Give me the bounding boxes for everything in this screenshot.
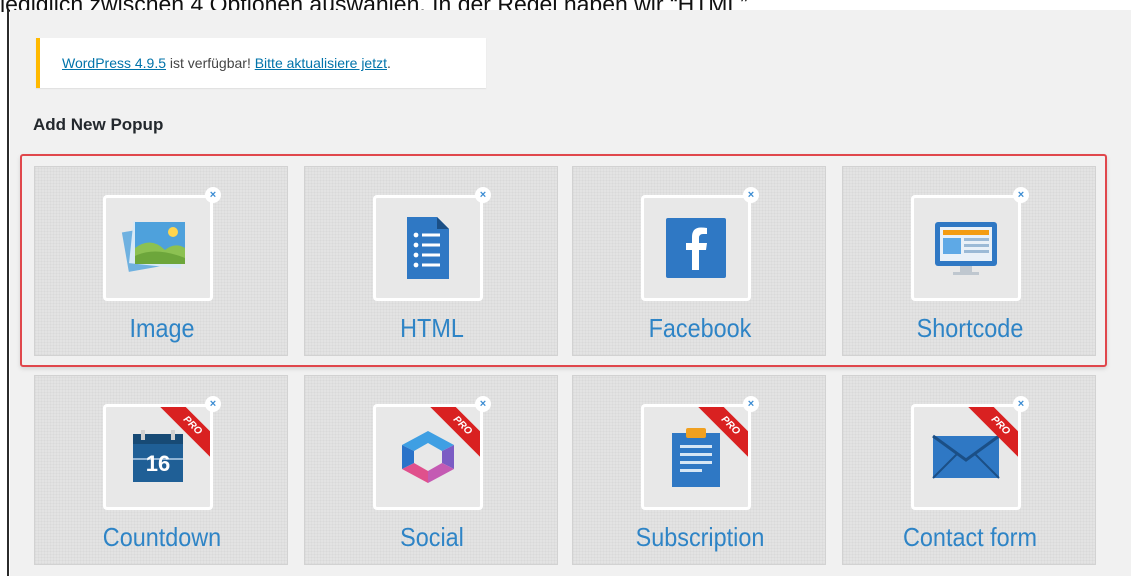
calendar-icon: 16: [133, 430, 183, 482]
popup-type-label: Image: [129, 313, 195, 343]
popup-type-label: Shortcode: [916, 313, 1024, 343]
popup-type-label: Contact form: [903, 522, 1037, 552]
close-icon[interactable]: ×: [475, 187, 491, 203]
close-icon[interactable]: ×: [475, 396, 491, 412]
calendar-day-number: 16: [146, 451, 170, 476]
clipboard-icon: [672, 428, 720, 487]
popup-type-facebook[interactable]: × Facebook: [572, 166, 826, 356]
notice-end: .: [387, 55, 391, 71]
icon-frame: PRO: [911, 404, 1021, 510]
image-icon: [121, 221, 186, 272]
popup-type-label: Subscription: [635, 522, 765, 552]
close-icon[interactable]: ×: [1013, 187, 1029, 203]
popup-type-social[interactable]: PRO × Social: [304, 375, 558, 565]
popup-type-image[interactable]: × Image: [34, 166, 288, 356]
update-now-link[interactable]: Bitte aktualisiere jetzt: [255, 55, 387, 71]
popup-type-html[interactable]: × HTML: [304, 166, 558, 356]
wordpress-version-link[interactable]: WordPress 4.9.5: [62, 55, 166, 71]
close-icon[interactable]: ×: [205, 396, 221, 412]
facebook-icon: [666, 218, 726, 278]
close-icon[interactable]: ×: [205, 187, 221, 203]
document-icon: [407, 217, 449, 279]
icon-frame: [641, 195, 751, 301]
icon-frame: PRO: [373, 404, 483, 510]
icon-frame: PRO: [641, 404, 751, 510]
share-icon: [402, 431, 454, 483]
icon-frame: 16 PRO: [103, 404, 213, 510]
popup-type-label: Countdown: [102, 522, 222, 552]
notice-text: ist verfügbar!: [166, 55, 255, 71]
page-title: Add New Popup: [33, 115, 164, 134]
icon-frame: [373, 195, 483, 301]
close-icon[interactable]: ×: [743, 187, 759, 203]
popup-type-label: Facebook: [648, 313, 752, 343]
close-icon[interactable]: ×: [1013, 396, 1029, 412]
icon-frame: [103, 195, 213, 301]
popup-type-contact-form[interactable]: PRO × Contact form: [842, 375, 1096, 565]
envelope-icon: [932, 434, 1000, 479]
popup-type-label: HTML: [400, 313, 464, 343]
close-icon[interactable]: ×: [743, 396, 759, 412]
popup-type-subscription[interactable]: PRO × Subscription: [572, 375, 826, 565]
popup-type-shortcode[interactable]: × Shortcode: [842, 166, 1096, 356]
icon-frame: [911, 195, 1021, 301]
monitor-icon: [935, 222, 997, 275]
window-edge: [7, 10, 9, 576]
popup-type-label: Social: [400, 522, 464, 552]
popup-type-countdown[interactable]: 16 PRO × Countdown: [34, 375, 288, 565]
update-notice: WordPress 4.9.5 ist verfügbar! Bitte akt…: [36, 38, 486, 88]
